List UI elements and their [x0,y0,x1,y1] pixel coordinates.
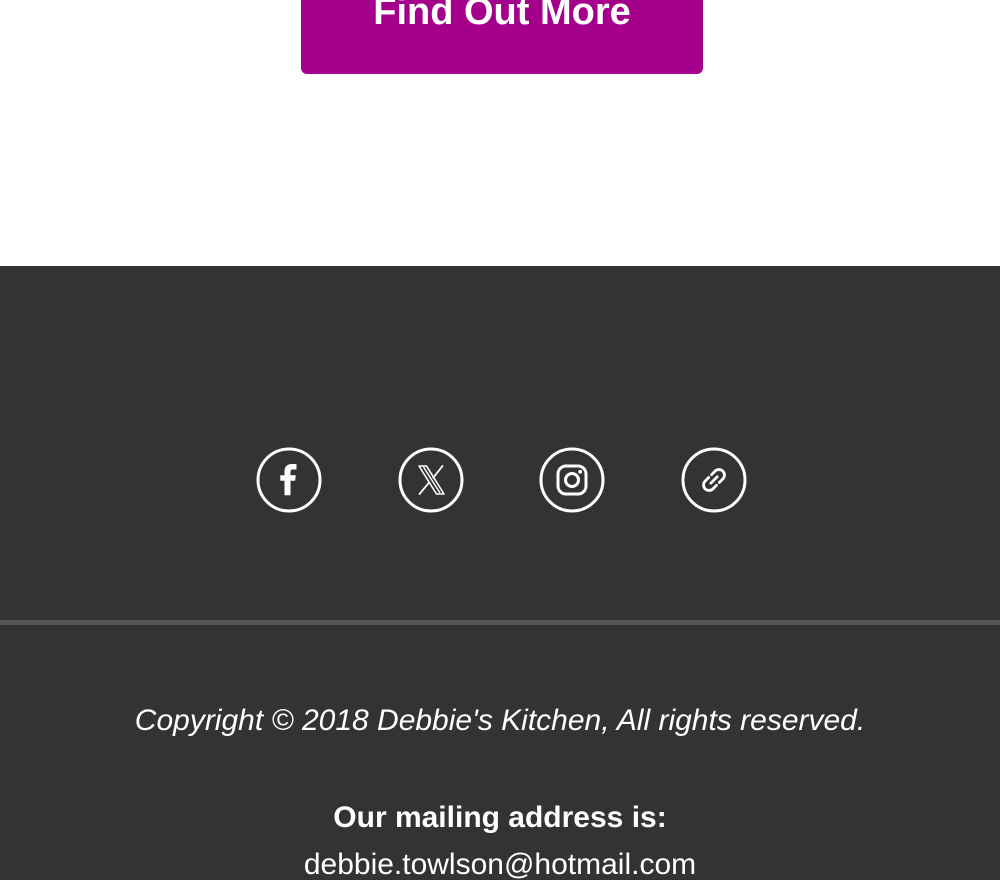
mailing-address-heading: Our mailing address is: [333,801,667,834]
instagram-icon[interactable] [539,447,605,513]
mailing-address-email: debbie.towlson@hotmail.com [303,848,697,880]
copyright-text: Copyright © 2018 Debbie's Kitchen, All r… [134,704,866,737]
email-page: Find Out More Copyright © 2018 Debbie's … [0,0,1000,880]
footer: Copyright © 2018 Debbie's Kitchen, All r… [0,266,1000,880]
website-link-icon[interactable] [681,447,747,513]
footer-divider [0,620,1000,625]
x-twitter-icon[interactable] [398,447,464,513]
facebook-icon[interactable] [256,447,322,513]
find-out-more-button[interactable]: Find Out More [301,0,703,74]
social-links [0,447,1000,513]
content-section: Find Out More [0,0,1000,266]
